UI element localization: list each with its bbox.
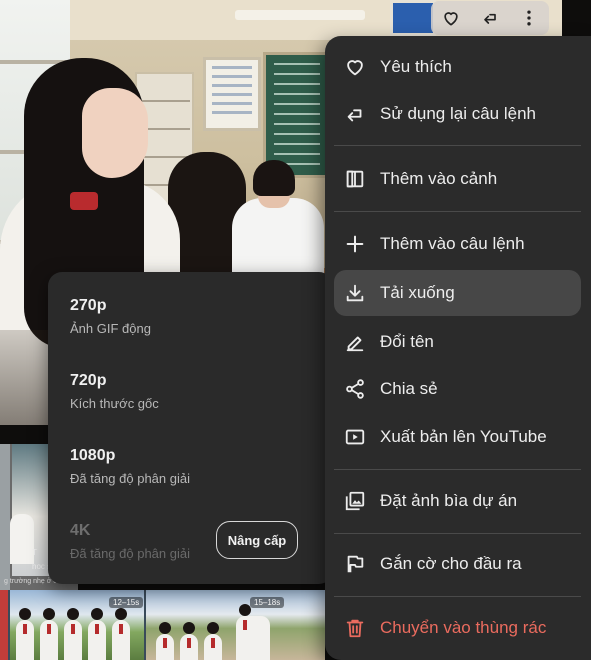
menu-item-favorite[interactable]: Yêu thích (334, 44, 581, 90)
option-title: 270p (70, 297, 107, 314)
clip-timestamp: 15–18s (250, 597, 285, 608)
heart-icon[interactable] (440, 7, 462, 29)
heart-icon (344, 56, 366, 78)
download-icon (344, 282, 366, 304)
menu-item-download[interactable]: Tải xuống (334, 270, 581, 316)
more-vertical-icon[interactable] (518, 7, 540, 29)
context-menu: Yêu thích Sử dụng lại câu lệnh Thêm vào … (325, 36, 591, 660)
menu-item-label: Sử dụng lại câu lệnh (380, 104, 536, 123)
menu-item-rename[interactable]: Đổi tên (334, 319, 581, 365)
menu-item-move-to-trash[interactable]: Chuyển vào thùng rác (334, 605, 581, 651)
download-option-4k: 4K Đã tăng độ phân giải (70, 521, 190, 563)
menu-item-label: Yêu thích (380, 57, 452, 76)
menu-item-label: Chuyển vào thùng rác (380, 618, 547, 637)
reuse-prompt-icon[interactable] (479, 7, 501, 29)
download-option-720p[interactable]: 720p Kích thước gốc (70, 371, 159, 413)
share-icon (344, 378, 366, 400)
reuse-prompt-icon (344, 103, 366, 125)
menu-divider (334, 596, 581, 597)
menu-divider (334, 211, 581, 212)
flag-icon (344, 553, 366, 575)
option-subtitle: Kích thước gốc (70, 396, 159, 411)
menu-item-flag-output[interactable]: Gắn cờ cho đầu ra (334, 541, 581, 587)
add-to-scene-icon (344, 168, 366, 190)
menu-item-label: Thêm vào cảnh (380, 169, 498, 188)
menu-divider (334, 533, 581, 534)
menu-item-label: Tải xuống (380, 283, 455, 302)
youtube-publish-icon (344, 426, 366, 448)
menu-divider (334, 469, 581, 470)
image-cover-icon (344, 490, 366, 512)
option-title: 4K (70, 522, 91, 539)
wall-picture (390, 0, 436, 36)
option-title: 1080p (70, 447, 116, 464)
wall-poster (203, 57, 261, 131)
plus-icon (344, 233, 366, 255)
menu-item-label: Xuất bản lên YouTube (380, 427, 547, 446)
menu-divider (334, 145, 581, 146)
menu-item-label: Chia sẻ (380, 379, 438, 398)
main-student-face (82, 88, 148, 178)
menu-item-label: Gắn cờ cho đầu ra (380, 554, 522, 573)
clip-thumbnail[interactable] (146, 590, 325, 660)
menu-item-add-to-scene[interactable]: Thêm vào cảnh (334, 156, 581, 202)
video-toolbar (431, 1, 549, 35)
thumbnail-text: T (32, 548, 37, 557)
upgrade-button[interactable]: Nâng cấp (216, 521, 298, 559)
download-option-270p[interactable]: 270p Ảnh GIF động (70, 296, 151, 338)
menu-item-reuse-prompt[interactable]: Sử dụng lại câu lệnh (334, 91, 581, 137)
menu-item-label: Thêm vào câu lệnh (380, 234, 525, 253)
option-subtitle: Ảnh GIF động (70, 321, 151, 336)
student-boy (232, 198, 324, 278)
menu-item-set-project-cover[interactable]: Đặt ảnh bìa dự án (334, 478, 581, 524)
option-subtitle: Đã tăng độ phân giải (70, 471, 190, 486)
menu-item-label: Đổi tên (380, 332, 434, 351)
menu-item-publish-youtube[interactable]: Xuất bản lên YouTube (334, 414, 581, 460)
clip-thumbnail[interactable] (0, 590, 8, 660)
ceiling-lamp (235, 10, 365, 20)
menu-item-label: Đặt ảnh bìa dự án (380, 491, 518, 510)
download-quality-submenu: 270p Ảnh GIF động 720p Kích thước gốc 10… (48, 272, 333, 584)
trash-icon (344, 617, 366, 639)
option-title: 720p (70, 372, 107, 389)
pencil-icon (344, 331, 366, 353)
option-subtitle: Đã tăng độ phân giải (70, 546, 190, 561)
menu-item-share[interactable]: Chia sẻ (334, 366, 581, 412)
download-option-1080p[interactable]: 1080p Đã tăng độ phân giải (70, 446, 190, 488)
menu-item-add-to-prompt[interactable]: Thêm vào câu lệnh (334, 221, 581, 267)
clip-timestamp: 12–15s (109, 597, 144, 608)
